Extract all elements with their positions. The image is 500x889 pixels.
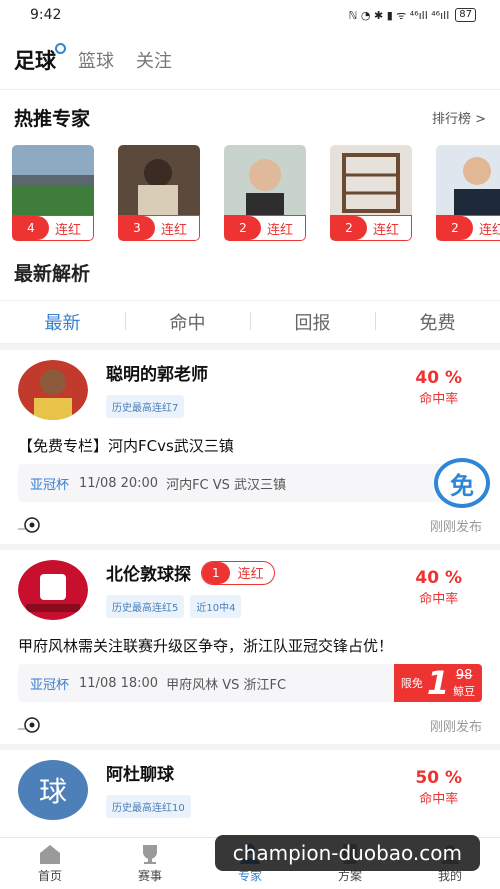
expert-card[interactable]: 2 连红 [436, 145, 500, 241]
analysis-tabs: 最新 命中 回报 免费 [0, 300, 500, 344]
streak-count: 2 [225, 216, 261, 240]
streak-label: 连红 [237, 567, 264, 582]
nav-home-label: 首页 [37, 869, 62, 883]
streak-label: 连红 [479, 222, 500, 238]
status-time: 9:42 [30, 7, 62, 23]
expert-photo [118, 145, 200, 215]
expert-name[interactable]: 阿杜聊球 [106, 760, 174, 785]
match-info[interactable]: 亚冠杯 11/08 20:00 河内FC VS 武汉三镇 免 [18, 458, 490, 508]
streak-label: 连红 [267, 222, 294, 238]
expert-card[interactable]: 4 连红 [12, 145, 94, 241]
trophy-icon [143, 845, 157, 864]
match-teams: 甲府风林 VS 浙江FC [166, 677, 287, 693]
tab-latest[interactable]: 最新 [0, 309, 125, 335]
match-league: 亚冠杯 [30, 477, 70, 493]
tab-return[interactable]: 回报 [250, 309, 375, 335]
tab-free[interactable]: 免费 [375, 309, 500, 335]
match-time: 11/08 18:00 [79, 675, 159, 691]
expert-card[interactable]: 2 连红 [224, 145, 306, 241]
streak-badge: 2 连红 [224, 215, 306, 241]
post-time: 刚刚发布 [429, 519, 482, 535]
streak-label: 连红 [373, 222, 400, 238]
tab-basketball[interactable]: 篮球 [78, 47, 114, 73]
expert-card[interactable]: 2 连红 [330, 145, 412, 241]
expert-photo [224, 145, 306, 215]
price-badge[interactable]: 限免 1 98 鲸豆 [394, 664, 482, 702]
match-time: 11/08 20:00 [79, 475, 159, 491]
hit-rate-label: 命中率 [419, 792, 459, 807]
expert-name[interactable]: 聪明的郭老师 [106, 360, 208, 385]
analysis-post[interactable]: 北伦敦球探 1 连红 历史最高连红5 近10中4 40 % 命中率 甲府风林需关注… [0, 550, 500, 744]
streak-count: 3 [119, 216, 155, 240]
expert-name[interactable]: 北伦敦球探 [106, 560, 191, 585]
watermark: champion-duobao.com [214, 835, 480, 871]
nav-home[interactable]: 首页 [0, 838, 100, 889]
streak-count: 4 [13, 216, 49, 240]
avatar [18, 560, 88, 620]
hit-rate: 50 % 命中率 [415, 768, 462, 807]
match-teams: 河内FC VS 武汉三镇 [166, 477, 287, 493]
price-unit: 鲸豆 [453, 684, 476, 698]
expert-card[interactable]: 3 连红 [118, 145, 200, 241]
match-league: 亚冠杯 [30, 677, 70, 693]
football-icon [18, 717, 40, 733]
hit-rate-value: 40 % [415, 368, 462, 388]
tab-football[interactable]: 足球 [14, 42, 66, 75]
hit-rate-value: 50 % [415, 768, 462, 788]
expert-photo [330, 145, 412, 215]
streak-count: 1 [202, 561, 230, 584]
football-icon [18, 517, 40, 533]
hot-experts-title: 热推专家 [14, 108, 91, 130]
nav-matches-label: 赛事 [137, 869, 162, 883]
sport-tabs: 足球 篮球 关注 [0, 30, 500, 90]
status-icons: ℕ ◔ ✱ ▮ ᯤ ⁴⁶ıll ⁴⁶ıll 87 [349, 8, 476, 23]
match-info[interactable]: 亚冠杯 11/08 18:00 甲府风林 VS 浙江FC 限免 1 98 鲸豆 [18, 664, 482, 702]
nav-matches[interactable]: 赛事 [100, 838, 200, 889]
tag-max-streak: 历史最高连红10 [106, 795, 191, 818]
expert-list: 4 连红 3 连红 2 连红 2 连红 2 连红 [0, 141, 500, 253]
streak-badge: 2 连红 [436, 215, 500, 241]
latest-title: 最新解析 [0, 253, 500, 300]
streak-badge: 3 连红 [118, 215, 200, 241]
tab-hit[interactable]: 命中 [125, 309, 250, 335]
analysis-post[interactable]: 聪明的郭老师 历史最高连红7 40 % 命中率 【免费专栏】河内FCvs武汉三镇… [0, 350, 500, 544]
expert-photo [436, 145, 500, 215]
home-icon [40, 845, 60, 864]
post-time: 刚刚发布 [429, 719, 482, 735]
hit-rate: 40 % 命中率 [415, 368, 462, 407]
avatar: 球 [18, 760, 88, 820]
status-bar: 9:42 ℕ ◔ ✱ ▮ ᯤ ⁴⁶ıll ⁴⁶ıll 87 [0, 0, 500, 30]
expert-photo [12, 145, 94, 215]
hot-experts-section: 热推专家 排行榜 > 4 连红 3 连红 2 连红 2 连红 2 连红 [0, 90, 500, 253]
tag-max-streak: 历史最高连红5 [106, 595, 185, 618]
tag-recent-record: 近10中4 [190, 595, 242, 618]
hit-rate-label: 命中率 [419, 392, 459, 407]
streak-label: 连红 [55, 222, 82, 238]
ranking-link[interactable]: 排行榜 > [432, 108, 486, 127]
tag-max-streak: 历史最高连红7 [106, 395, 185, 418]
hit-rate-value: 40 % [415, 568, 462, 588]
free-icon: 免 [434, 458, 490, 508]
streak-label: 连红 [161, 222, 188, 238]
tab-follow[interactable]: 关注 [136, 47, 172, 73]
post-title[interactable]: 甲府风林需关注联赛升级区争夺，浙江队亚冠交锋占优！ [18, 634, 482, 658]
post-title[interactable]: 【免费专栏】河内FCvs武汉三镇 [18, 434, 482, 458]
streak-count: 2 [437, 216, 473, 240]
streak-badge: 2 连红 [330, 215, 412, 241]
battery-icon: 87 [455, 8, 476, 22]
limited-free-tag: 限免 [400, 677, 423, 690]
avatar [18, 360, 88, 420]
streak-badge: 1 连红 [201, 560, 275, 585]
hit-rate-label: 命中率 [419, 592, 459, 607]
price-original: 98 [455, 667, 473, 683]
streak-count: 2 [331, 216, 367, 240]
hit-rate: 40 % 命中率 [415, 568, 462, 607]
price-current: 1 [426, 664, 450, 702]
status-glyphs: ℕ ◔ ✱ ▮ ᯤ ⁴⁶ıll ⁴⁶ıll [348, 8, 450, 22]
streak-badge: 4 连红 [12, 215, 94, 241]
